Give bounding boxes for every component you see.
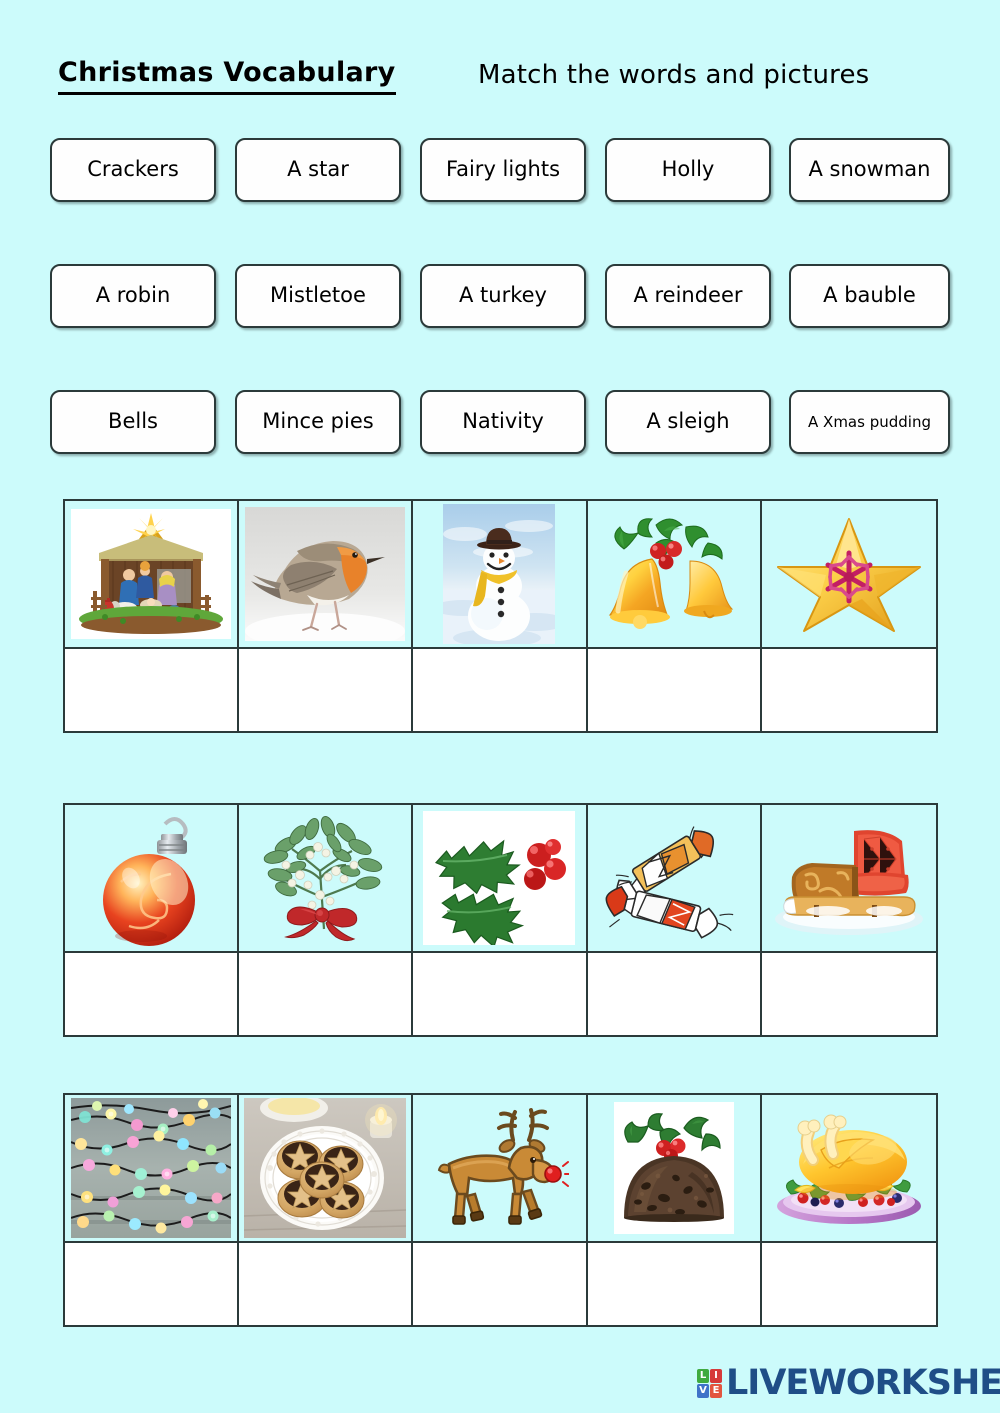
bauble-image [81,808,221,948]
answer-cell-crackers[interactable] [587,953,762,1035]
xmas-pudding-image [613,1102,734,1234]
answer-cell-robin-bird[interactable] [239,649,414,731]
reindeer-image [429,1098,570,1238]
live-badge-letter-e: E [710,1383,722,1398]
picture-grid-2 [63,803,938,1037]
word-card-a-snowman[interactable]: A snowman [789,138,950,202]
picture-cell [587,805,762,953]
liveworksheets-logo[interactable]: LIVE LIVEWORKSHEETS [697,1363,1000,1403]
liveworksheets-wordmark: LIVEWORKSHEETS [726,1362,1000,1403]
word-card-bells[interactable]: Bells [50,390,216,454]
picture-cell [587,1095,762,1243]
answer-cell-xmas-pudding[interactable] [587,1243,762,1325]
answer-cell-fairy-lights[interactable] [65,1243,240,1325]
picture-cell [587,501,762,649]
holly-image [423,811,576,945]
bells-image [594,507,754,641]
picture-grid-3 [63,1093,938,1327]
word-card-holly[interactable]: Holly [605,138,771,202]
word-card-a-star[interactable]: A star [235,138,401,202]
picture-cell [239,1095,414,1243]
live-badge-letter-l: L [697,1368,709,1383]
robin-bird-image [245,507,406,641]
word-card-a-robin[interactable]: A robin [50,264,216,328]
turkey-image [769,1106,929,1230]
live-badge-letter-i: I [710,1368,722,1383]
picture-row [65,1095,936,1243]
answer-cell-turkey[interactable] [761,1243,936,1325]
picture-row [65,501,936,649]
mince-pies-image [244,1098,407,1238]
word-card-a-xmas-pudding[interactable]: A Xmas pudding [789,390,950,454]
answer-cell-holly[interactable] [413,953,588,1035]
picture-cell [413,805,588,953]
picture-cell [239,501,414,649]
answer-cell-mince-pies[interactable] [239,1243,414,1325]
picture-grid-1 [63,499,938,733]
live-badge-letter-v: V [697,1383,709,1398]
picture-cell [413,501,588,649]
answer-row [65,1243,936,1325]
star-image [774,509,924,639]
word-card-a-sleigh[interactable]: A sleigh [605,390,771,454]
word-card-a-reindeer[interactable]: A reindeer [605,264,771,328]
live-badge-icon: LIVE [697,1368,722,1398]
nativity-scene-image [71,509,232,639]
word-card-a-turkey[interactable]: A turkey [420,264,586,328]
picture-cell [239,805,414,953]
word-card-fairy-lights[interactable]: Fairy lights [420,138,586,202]
picture-cell [761,805,936,953]
answer-cell-sleigh[interactable] [761,953,936,1035]
picture-cell [65,501,240,649]
word-card-nativity[interactable]: Nativity [420,390,586,454]
picture-row [65,805,936,953]
mistletoe-image [250,809,400,947]
sleigh-image [768,815,930,941]
snowman-image [443,504,556,644]
answer-cell-snowman[interactable] [413,649,588,731]
word-card-crackers[interactable]: Crackers [50,138,216,202]
picture-cell [761,501,936,649]
word-card-a-bauble[interactable]: A bauble [789,264,950,328]
picture-cell [761,1095,936,1243]
word-card-mince-pies[interactable]: Mince pies [235,390,401,454]
picture-cell [65,1095,240,1243]
answer-row [65,649,936,731]
answer-cell-reindeer[interactable] [413,1243,588,1325]
answer-cell-mistletoe[interactable] [239,953,414,1035]
fairy-lights-image [71,1098,232,1238]
answer-cell-star[interactable] [761,649,936,731]
picture-cell [65,805,240,953]
answer-row [65,953,936,1035]
crackers-image [593,808,755,948]
picture-cell [413,1095,588,1243]
answer-cell-bells[interactable] [587,649,762,731]
answer-cell-bauble[interactable] [65,953,240,1035]
answer-cell-nativity-scene[interactable] [65,649,240,731]
word-card-mistletoe[interactable]: Mistletoe [235,264,401,328]
